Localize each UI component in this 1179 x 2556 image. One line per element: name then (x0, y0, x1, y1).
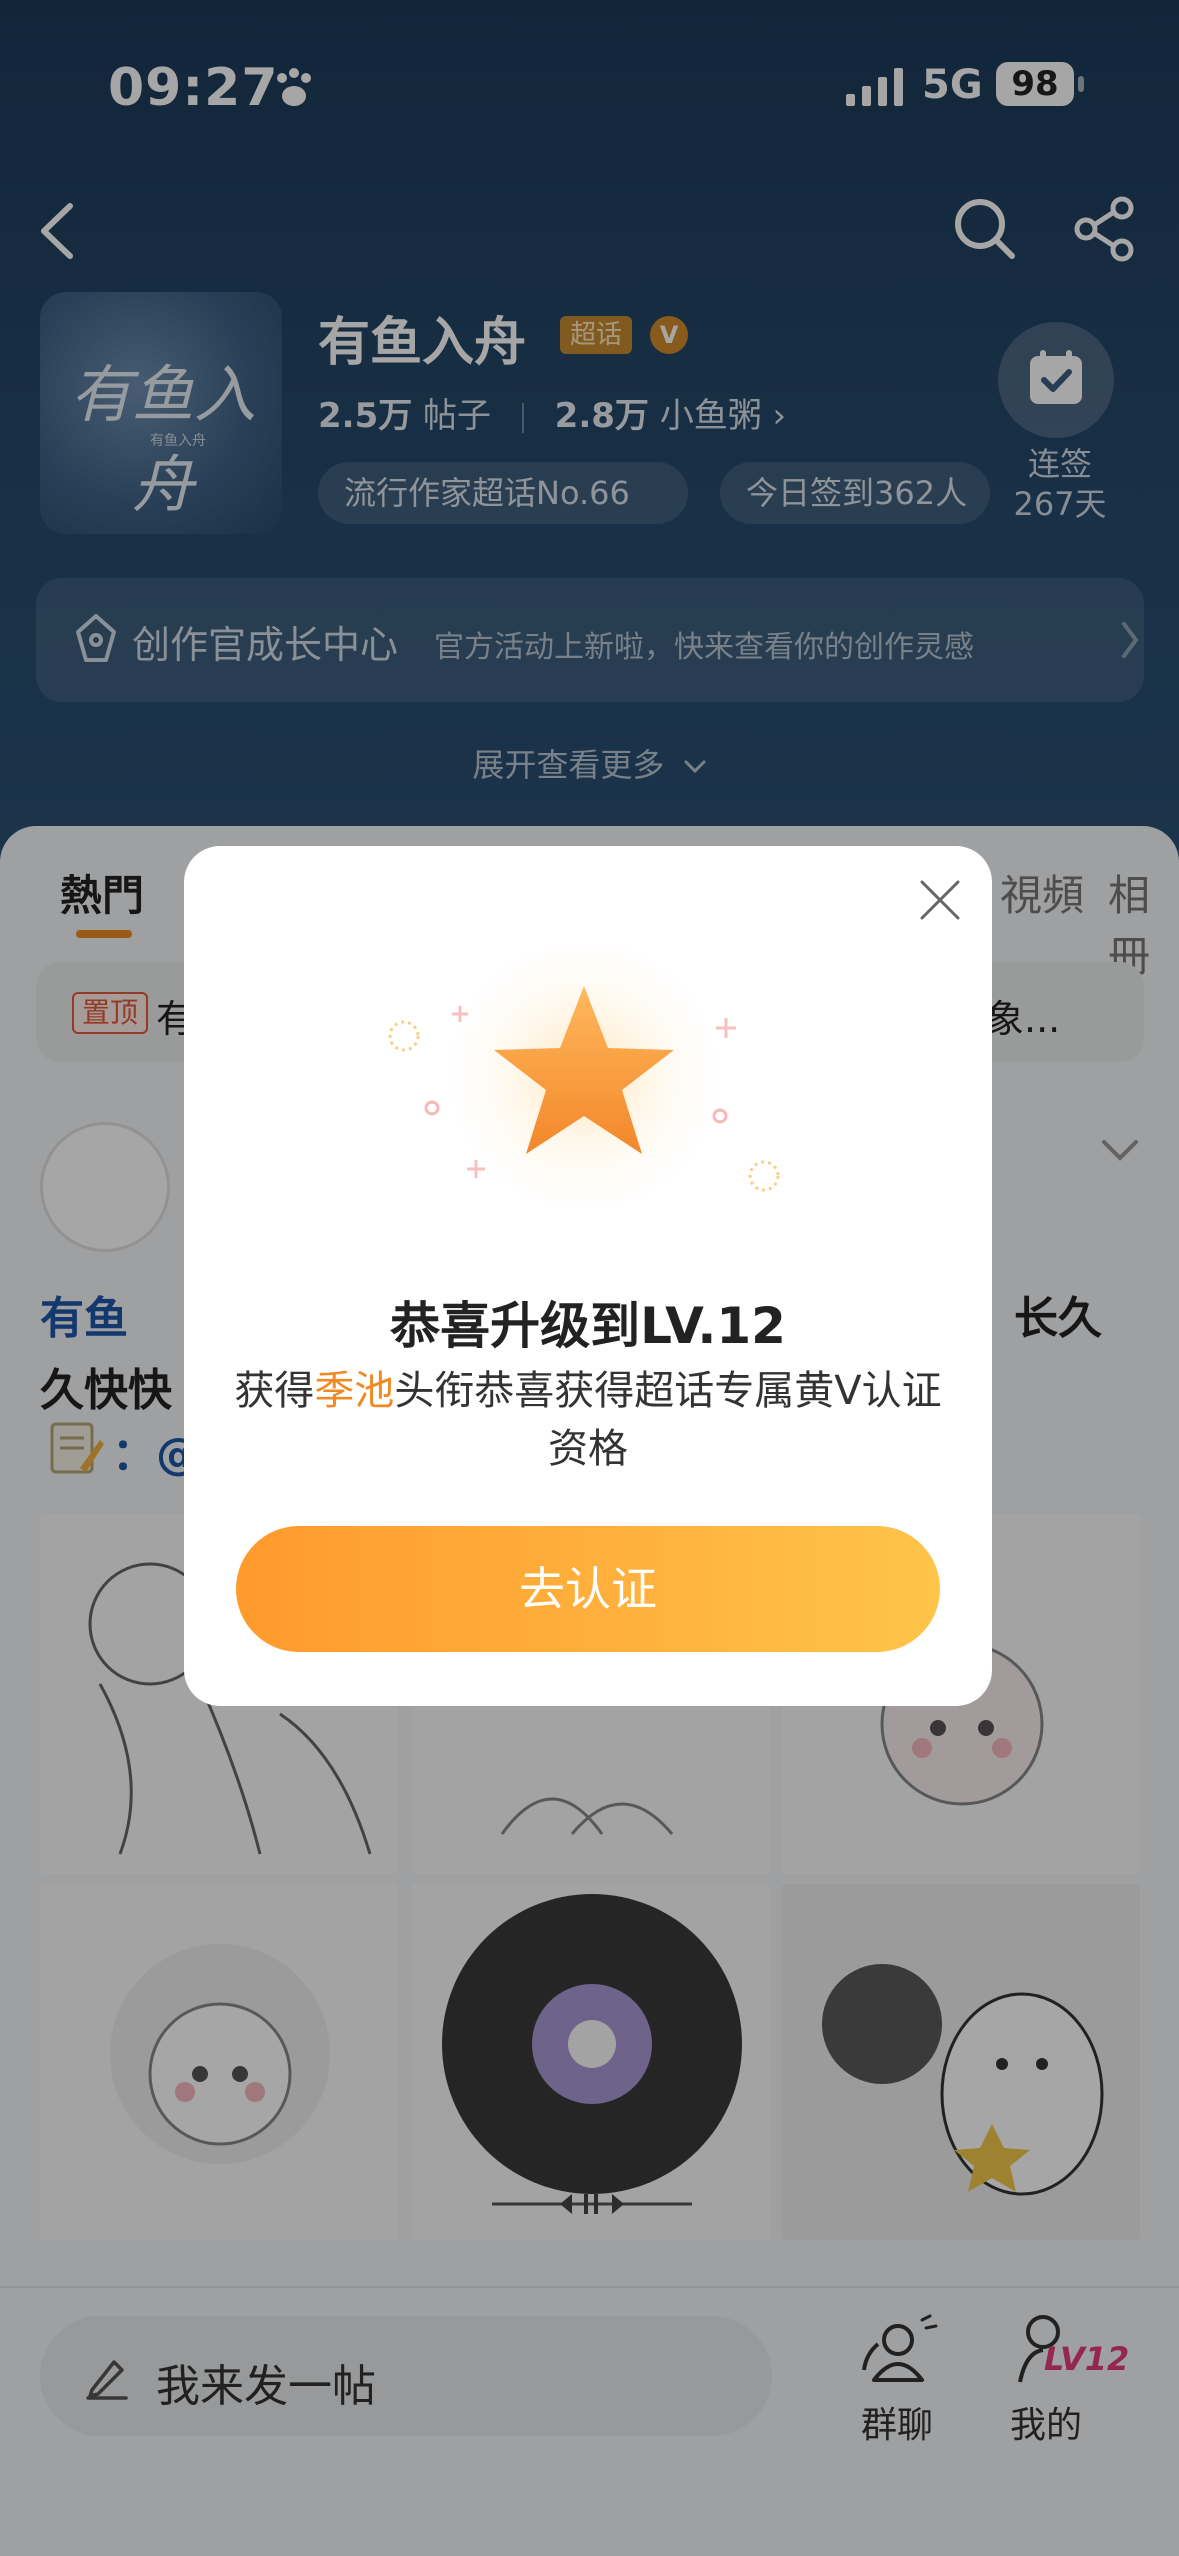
desc-suffix: 头衔恭喜获得超话专属黄V认证资格 (394, 1368, 942, 1472)
modal-title: 恭喜升级到LV.12 (390, 1297, 786, 1355)
title-highlight: 季池 (314, 1368, 395, 1414)
star-icon (388, 926, 780, 1216)
close-icon[interactable] (916, 876, 964, 924)
modal-description: 获得季池头衔恭喜获得超话专属黄V认证资格 (234, 1362, 942, 1478)
desc-prefix: 获得 (234, 1368, 315, 1414)
verify-button[interactable]: 去认证 (236, 1526, 940, 1652)
levelup-modal: 恭喜升级到LV.12 获得季池头衔恭喜获得超话专属黄V认证资格 去认证 (184, 846, 992, 1706)
